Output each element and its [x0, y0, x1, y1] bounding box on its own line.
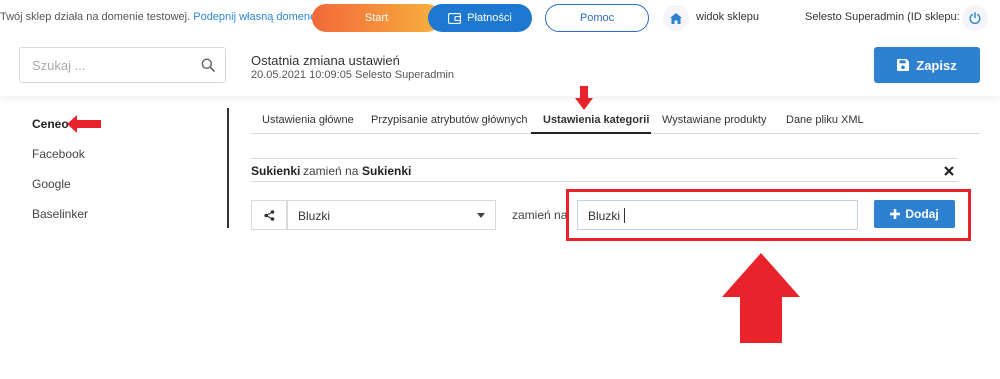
tab-category-settings[interactable]: Ustawienia kategorii: [543, 114, 649, 126]
save-button[interactable]: Zapisz: [874, 47, 980, 83]
replace-with-label: zamień na: [512, 208, 568, 222]
annotation-arrow-left-icon: [67, 115, 101, 133]
payments-button[interactable]: Płatności: [428, 4, 532, 32]
annotation-arrow-down-icon: [575, 86, 593, 110]
connect-domain-link[interactable]: Podepnij własną domenę: [193, 11, 316, 23]
rule-source-category: Sukienki: [251, 164, 301, 178]
last-change-meta: 20.05.2021 10:09:05 Selesto Superadmin: [251, 69, 455, 81]
power-icon: [969, 12, 981, 24]
sidebar-item-baselinker[interactable]: Baselinker: [32, 207, 88, 221]
category-replacement-rule: Sukienki zamień na Sukienki: [251, 158, 958, 182]
start-button-label: Start: [364, 12, 389, 24]
domain-notice: Twój sklep działa na domenie testowej. P…: [0, 11, 316, 23]
sidebar-item-facebook[interactable]: Facebook: [32, 147, 85, 161]
annotation-arrow-up-icon: [722, 253, 800, 343]
payments-button-label: Płatności: [467, 12, 512, 24]
chevron-down-icon: [477, 213, 485, 218]
category-select[interactable]: Bluzki: [287, 200, 496, 230]
home-icon: [670, 12, 682, 24]
start-button[interactable]: Start: [312, 4, 441, 32]
tab-listed-products[interactable]: Wystawiane produkty: [662, 114, 766, 126]
sidebar-item-ceneo[interactable]: Ceneo: [32, 117, 69, 131]
wallet-icon: [448, 12, 462, 24]
settings-tabs: Ustawienia główne Przypisanie atrybutów …: [251, 108, 980, 134]
save-button-label: Zapisz: [916, 57, 957, 73]
admin-user-label: Selesto Superadmin (ID sklepu: 171): [805, 11, 985, 23]
category-select-value: Bluzki: [298, 209, 331, 223]
rule-replace-label: zamień na: [303, 164, 359, 178]
highlight-box: [566, 189, 971, 241]
search-icon[interactable]: [201, 58, 215, 72]
help-button[interactable]: Pomoc: [545, 4, 649, 32]
sidebar-item-google[interactable]: Google: [32, 177, 71, 191]
sidebar-divider: [227, 108, 229, 228]
share-button[interactable]: [251, 200, 287, 230]
tab-attribute-mapping[interactable]: Przypisanie atrybutów głównych: [371, 114, 528, 126]
help-button-label: Pomoc: [579, 12, 615, 24]
domain-notice-text: Twój sklep działa na domenie testowej.: [0, 11, 191, 23]
home-button[interactable]: [663, 5, 689, 31]
search-field[interactable]: [19, 47, 226, 83]
close-icon[interactable]: [944, 166, 954, 176]
tab-xml-data[interactable]: Dane pliku XML: [786, 114, 864, 126]
active-tab-indicator: [531, 132, 651, 134]
search-input[interactable]: [20, 48, 190, 82]
share-icon: [263, 209, 274, 221]
top-bar: Twój sklep działa na domenie testowej. P…: [0, 0, 1000, 36]
shop-view-link[interactable]: widok sklepu: [696, 11, 759, 23]
save-icon: [897, 59, 910, 71]
tab-main-settings[interactable]: Ustawienia główne: [262, 114, 354, 126]
last-change-title: Ostatnia zmiana ustawień: [251, 53, 400, 68]
logout-button[interactable]: [962, 5, 988, 31]
rule-target-category: Sukienki: [362, 164, 412, 178]
